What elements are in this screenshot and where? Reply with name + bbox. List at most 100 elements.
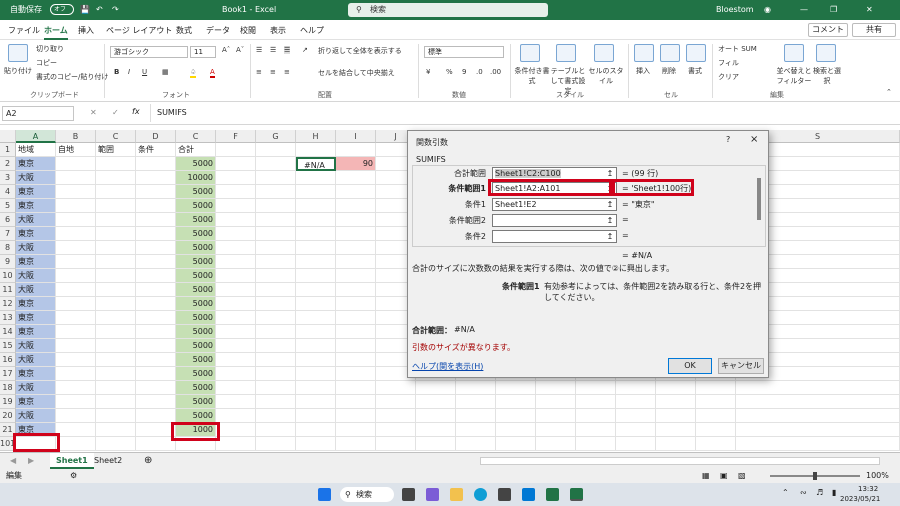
cell-style-icon[interactable]: [594, 44, 614, 62]
normal-view-icon[interactable]: ▦: [702, 469, 710, 483]
column-header[interactable]: B: [56, 130, 96, 143]
cell[interactable]: [56, 297, 96, 311]
percent-icon[interactable]: %: [446, 68, 453, 76]
cell[interactable]: [136, 395, 176, 409]
cell[interactable]: [216, 213, 256, 227]
cell[interactable]: [536, 409, 576, 423]
cell[interactable]: [616, 409, 656, 423]
cell[interactable]: [376, 409, 416, 423]
cell[interactable]: [216, 325, 256, 339]
cancel-icon[interactable]: ✕: [90, 108, 97, 117]
cell[interactable]: [136, 297, 176, 311]
next-sheet-icon[interactable]: ▶: [22, 453, 40, 469]
cell[interactable]: [136, 325, 176, 339]
cell[interactable]: [576, 395, 616, 409]
cell[interactable]: 東京: [16, 255, 56, 269]
cell[interactable]: 東京: [16, 395, 56, 409]
cell[interactable]: [296, 423, 336, 437]
cell[interactable]: [96, 241, 136, 255]
italic-icon[interactable]: I: [128, 68, 130, 76]
cell[interactable]: 5000: [176, 283, 216, 297]
cell[interactable]: [136, 353, 176, 367]
cell[interactable]: [336, 409, 376, 423]
cell[interactable]: [96, 395, 136, 409]
cell[interactable]: #N/A: [296, 157, 336, 171]
cell[interactable]: [336, 395, 376, 409]
row-header[interactable]: 18: [0, 381, 16, 395]
cell[interactable]: [656, 395, 696, 409]
cell[interactable]: [536, 437, 576, 451]
cell[interactable]: [376, 437, 416, 451]
cell[interactable]: [456, 409, 496, 423]
row-header[interactable]: 17: [0, 367, 16, 381]
cell[interactable]: 5000: [176, 255, 216, 269]
cell[interactable]: 5000: [176, 381, 216, 395]
cell[interactable]: [736, 437, 900, 451]
wrap-text-button[interactable]: 折り返して全体を表示する: [318, 46, 402, 56]
cell[interactable]: [696, 437, 736, 451]
cell[interactable]: [336, 353, 376, 367]
cell[interactable]: [256, 423, 296, 437]
cell[interactable]: [256, 213, 296, 227]
cell[interactable]: 5000: [176, 325, 216, 339]
collapse-dialog-icon[interactable]: ↥: [604, 168, 616, 179]
column-header[interactable]: F: [216, 130, 256, 143]
cell[interactable]: [296, 241, 336, 255]
cell[interactable]: [576, 409, 616, 423]
cell[interactable]: [136, 339, 176, 353]
cell[interactable]: 5000: [176, 185, 216, 199]
format-cells-icon[interactable]: [686, 44, 706, 62]
share-button[interactable]: 共有: [852, 23, 896, 37]
row-header[interactable]: 3: [0, 171, 16, 185]
cell[interactable]: [216, 311, 256, 325]
delete-cells-label[interactable]: 削除: [662, 66, 676, 76]
merge-center-button[interactable]: セルを結合して中央揃え: [318, 68, 395, 78]
cell[interactable]: [216, 353, 256, 367]
cell[interactable]: [216, 395, 256, 409]
cell[interactable]: [296, 143, 336, 157]
criteria1-input[interactable]: Sheet1!E2: [492, 198, 617, 211]
cell[interactable]: [336, 437, 376, 451]
clock-time[interactable]: 13:32: [858, 485, 878, 493]
cell[interactable]: [656, 381, 696, 395]
paste-icon[interactable]: [8, 44, 28, 62]
minimize-icon[interactable]: —: [800, 0, 808, 20]
cell[interactable]: [296, 199, 336, 213]
cell[interactable]: [96, 297, 136, 311]
cell[interactable]: [96, 339, 136, 353]
mail-icon[interactable]: [522, 488, 535, 501]
cell[interactable]: [456, 423, 496, 437]
cell[interactable]: 大阪: [16, 171, 56, 185]
font-size-select[interactable]: 11: [190, 46, 216, 58]
orientation-icon[interactable]: ↗: [302, 46, 308, 54]
cell[interactable]: [296, 185, 336, 199]
select-all-corner[interactable]: [0, 130, 16, 143]
cell[interactable]: 5000: [176, 395, 216, 409]
horizontal-scrollbar[interactable]: [480, 457, 880, 465]
formula-input[interactable]: SUMIFS: [150, 104, 898, 122]
cell[interactable]: [256, 353, 296, 367]
clear-button[interactable]: クリア: [718, 72, 739, 82]
cell[interactable]: [256, 185, 296, 199]
cell[interactable]: [296, 395, 336, 409]
copy-button[interactable]: コピー: [36, 58, 57, 68]
tab-home[interactable]: ホーム: [44, 25, 68, 40]
cell[interactable]: [136, 185, 176, 199]
cell[interactable]: [136, 409, 176, 423]
row-header[interactable]: 11: [0, 283, 16, 297]
cell[interactable]: 合計: [176, 143, 216, 157]
cell[interactable]: [536, 395, 576, 409]
row-header[interactable]: 1: [0, 143, 16, 157]
cell[interactable]: 東京: [16, 157, 56, 171]
cell[interactable]: 範囲: [96, 143, 136, 157]
cell[interactable]: [336, 269, 376, 283]
cell[interactable]: [336, 339, 376, 353]
cell[interactable]: [136, 437, 176, 451]
cell[interactable]: [136, 269, 176, 283]
cell[interactable]: [336, 171, 376, 185]
cell[interactable]: 東京: [16, 199, 56, 213]
increase-decimal-icon[interactable]: .0: [476, 68, 483, 76]
cell[interactable]: [256, 297, 296, 311]
fill-button[interactable]: フィル: [718, 58, 739, 68]
row-header[interactable]: 20: [0, 409, 16, 423]
